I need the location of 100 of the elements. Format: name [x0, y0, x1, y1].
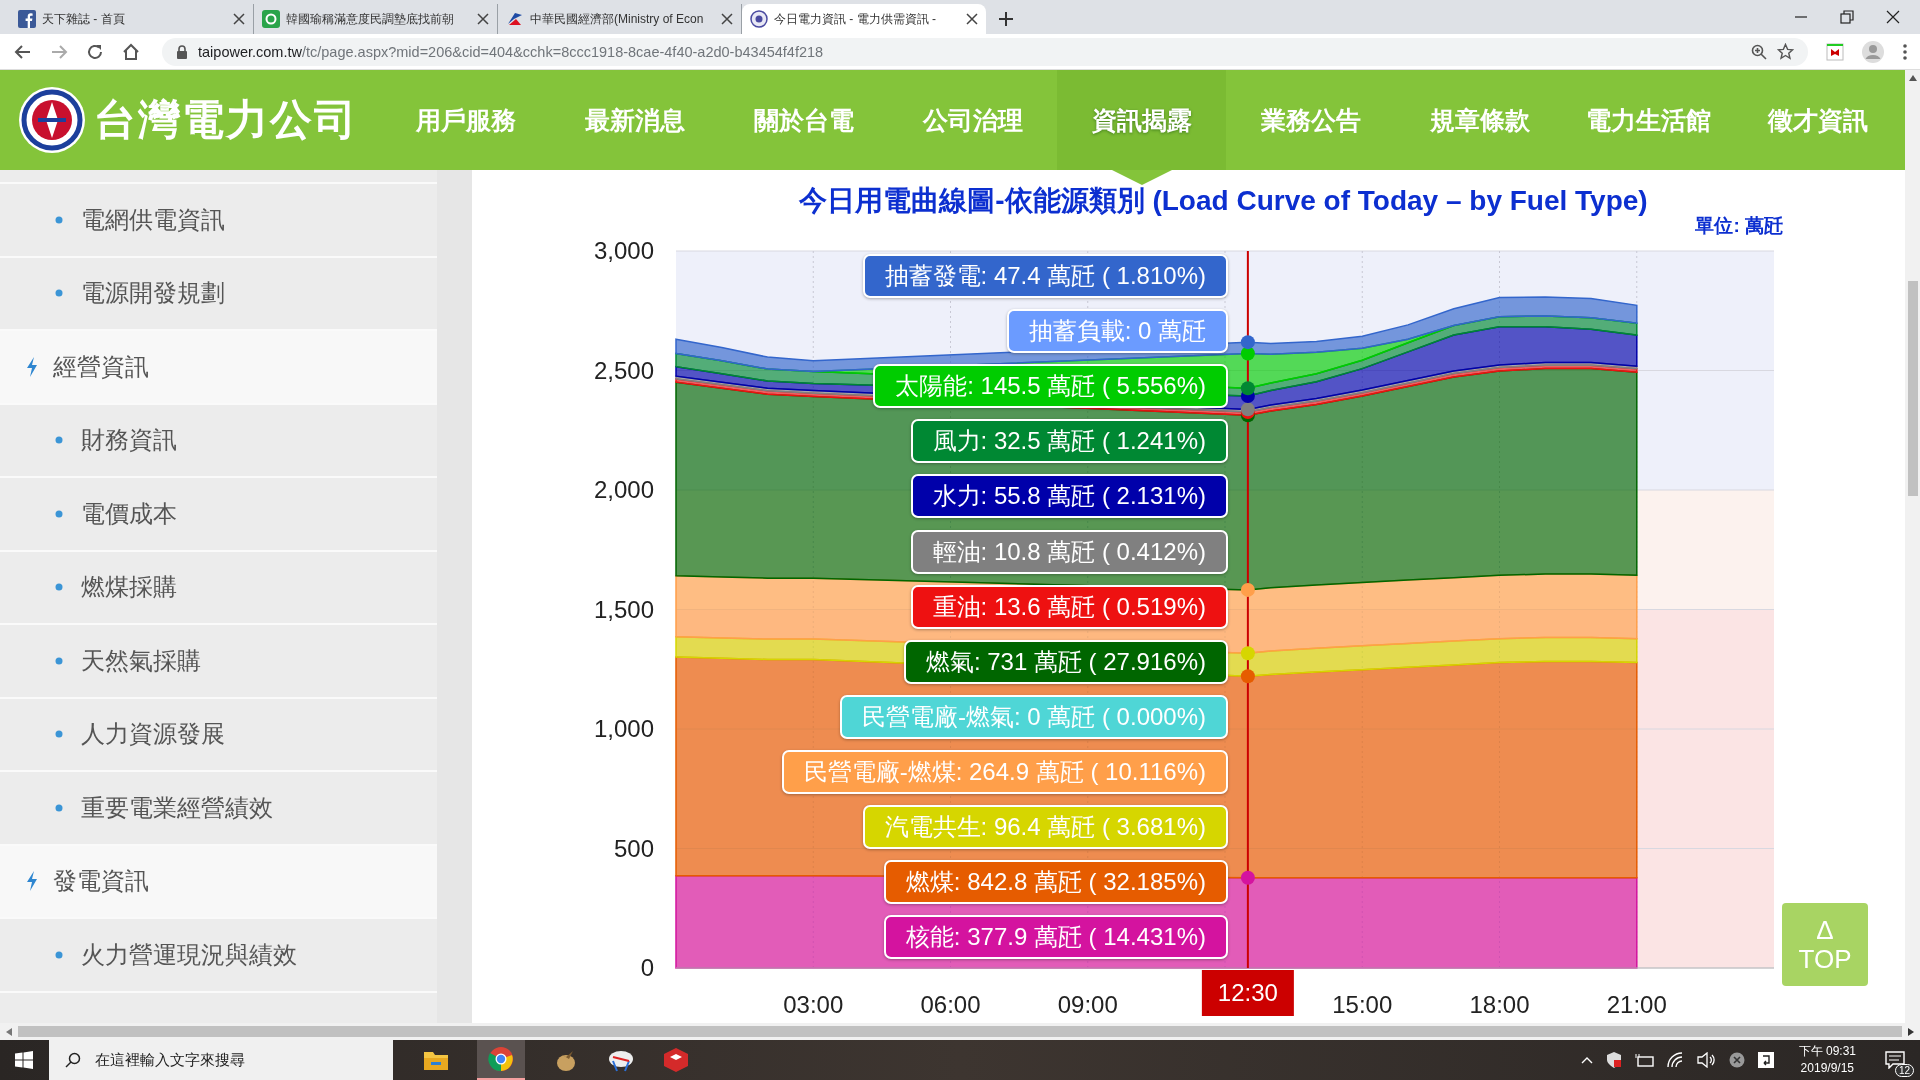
search-icon	[65, 1052, 81, 1068]
close-icon[interactable]	[966, 13, 978, 25]
shield-icon[interactable]	[1604, 1051, 1623, 1069]
bullet-icon	[55, 656, 63, 665]
data-point	[1240, 335, 1255, 350]
horizontal-scrollbar[interactable]	[0, 1023, 1920, 1040]
x-tick-label: 18:00	[1469, 991, 1530, 1018]
y-tick-label: 1,500	[593, 595, 654, 623]
tooltip: 水力: 55.8 萬瓩 ( 2.131%)	[910, 474, 1228, 519]
x-tick-label: 21:00	[1606, 991, 1667, 1018]
scroll-thumb[interactable]	[1907, 281, 1918, 496]
bullet-icon	[55, 289, 63, 298]
x-tick-label: 03:00	[783, 991, 844, 1018]
chart-title: 今日用電曲線圖-依能源類別 (Load Curve of Today – by Fuel Type)	[798, 186, 1649, 216]
x-tick-label: 06:00	[920, 991, 981, 1018]
url-text: taipower.com.tw/tc/page.aspx?mid=206&cid=404&cchk=8ccc1918-8cae-4f40-a2d0-b43454f4f218	[198, 43, 824, 60]
unit-label: 單位: 萬瓩	[1695, 216, 1783, 236]
address-bar[interactable]: taipower.com.tw/tc/page.aspx?mid=206&cid=404&cchk=8ccc1918-8cae-4f40-a2d0-b43454f4f218	[162, 37, 1808, 66]
sidebar-section[interactable]: 發電資訊	[0, 845, 437, 919]
logo-emblem-icon	[18, 86, 86, 154]
clock-date[interactable]: 2019/9/15	[1800, 1060, 1854, 1077]
tab-title: 中華民國經濟部(Ministry of Econ	[530, 10, 705, 28]
close-circle-icon[interactable]	[1728, 1052, 1745, 1068]
notification-count: 12	[1894, 1064, 1914, 1077]
tooltip: 民營電廠-燃煤: 264.9 萬瓩 ( 10.116%)	[781, 749, 1228, 794]
tooltip: 風力: 32.5 萬瓩 ( 1.241%)	[910, 419, 1228, 464]
y-tick-label: 1,000	[593, 715, 654, 742]
data-point	[1240, 669, 1255, 684]
tooltip: 汽電共生: 96.4 萬瓩 ( 3.681%)	[862, 805, 1228, 849]
data-point	[1240, 870, 1255, 885]
speaker-icon[interactable]	[1696, 1052, 1717, 1068]
lightning-icon	[26, 356, 38, 377]
tooltip: 核能: 377.9 萬瓩 ( 14.431%)	[883, 915, 1228, 960]
clock-time[interactable]: 下午 09:31	[1798, 1043, 1856, 1060]
shield-icon[interactable]	[1826, 42, 1844, 61]
tab-title: 韓國瑜稱滿意度民調墊底找前朝	[286, 10, 455, 28]
new-tab-icon[interactable]	[998, 11, 1014, 27]
square-f-icon	[18, 10, 36, 28]
tooltip: 燃煤: 842.8 萬瓩 ( 32.185%)	[883, 860, 1228, 905]
flag-icon	[506, 10, 524, 28]
data-point	[1240, 646, 1255, 661]
close-icon[interactable]	[233, 13, 245, 25]
tab-title: 今日電力資訊 - 電力供需資訊 -	[774, 10, 937, 28]
sidebar-section[interactable]: 經營資訊	[0, 331, 437, 405]
bullet-icon	[55, 436, 63, 445]
reload-icon[interactable]	[86, 42, 104, 61]
bullet-icon	[55, 509, 63, 518]
chevron-up-icon[interactable]	[1580, 1056, 1593, 1064]
tooltip: 民營電廠-燃氣: 0 萬瓩 ( 0.000%)	[839, 694, 1228, 739]
tooltip: 抽蓄負載: 0 萬瓩	[1006, 309, 1228, 354]
scroll-right-icon[interactable]	[1908, 1027, 1914, 1036]
folder-icon[interactable]	[423, 1049, 449, 1071]
lock-icon	[176, 44, 188, 59]
close-icon[interactable]	[721, 13, 733, 25]
tooltip: 抽蓄發電: 47.4 萬瓩 ( 1.810%)	[862, 254, 1228, 298]
close-icon[interactable]	[1886, 10, 1900, 24]
avatar-icon[interactable]	[1862, 40, 1884, 63]
home-icon[interactable]	[122, 42, 140, 61]
tooltip: 輕油: 10.8 萬瓩 ( 0.412%)	[910, 529, 1228, 574]
input-icon[interactable]	[1756, 1051, 1775, 1069]
y-tick-label: 2,500	[593, 356, 654, 384]
scroll-thumb[interactable]	[18, 1026, 1902, 1037]
back-icon[interactable]	[14, 42, 32, 61]
y-tick-label: 3,000	[593, 237, 654, 264]
tooltip: 太陽能: 145.5 萬瓩 ( 5.556%)	[873, 364, 1228, 409]
cube-icon[interactable]	[663, 1047, 689, 1073]
ring-logo-icon	[262, 10, 280, 28]
x-tick-label: 15:00	[1332, 991, 1393, 1018]
y-tick-label: 2,000	[593, 476, 654, 503]
scroll-up-icon[interactable]	[1908, 75, 1917, 81]
globe-icon	[750, 10, 768, 28]
y-tick-label: 0	[640, 954, 654, 981]
tooltip: 重油: 13.6 萬瓩 ( 0.519%)	[910, 584, 1228, 629]
windows-start-icon[interactable]	[15, 1051, 33, 1069]
vertical-scrollbar[interactable]	[1905, 70, 1920, 1023]
data-point	[1240, 381, 1255, 396]
menu-icon[interactable]	[1902, 42, 1908, 61]
data-point	[1240, 582, 1255, 597]
bullet-icon	[55, 803, 63, 812]
tooltip: 燃氣: 731 萬瓩 ( 27.916%)	[903, 639, 1228, 684]
bullet-icon	[55, 730, 63, 739]
star-icon[interactable]	[1777, 43, 1794, 60]
taskbar-app-button[interactable]	[477, 1040, 525, 1080]
cursor-label: 12:30	[1201, 970, 1294, 1016]
tab-title: 天下雜誌 - 首頁	[42, 10, 126, 28]
browser-tab[interactable]: 今日電力資訊 - 電力供需資訊 -	[742, 4, 986, 34]
browser-icon	[488, 1046, 514, 1072]
y-tick-label: 500	[613, 834, 654, 862]
taskbar-search-field[interactable]: 在這裡輸入文字來搜尋	[49, 1040, 393, 1080]
bullet-icon	[55, 583, 63, 592]
wifi-icon[interactable]	[1666, 1052, 1685, 1068]
bullet-icon	[55, 950, 63, 959]
x-tick-label: 09:00	[1057, 991, 1118, 1018]
zoom-icon[interactable]	[1751, 43, 1767, 60]
bullet-icon	[55, 215, 63, 224]
battery-icon[interactable]	[1634, 1053, 1655, 1067]
lightning-icon	[26, 871, 38, 892]
scroll-left-icon[interactable]	[6, 1027, 12, 1036]
restore-icon[interactable]	[1840, 10, 1854, 24]
close-icon[interactable]	[477, 13, 489, 25]
